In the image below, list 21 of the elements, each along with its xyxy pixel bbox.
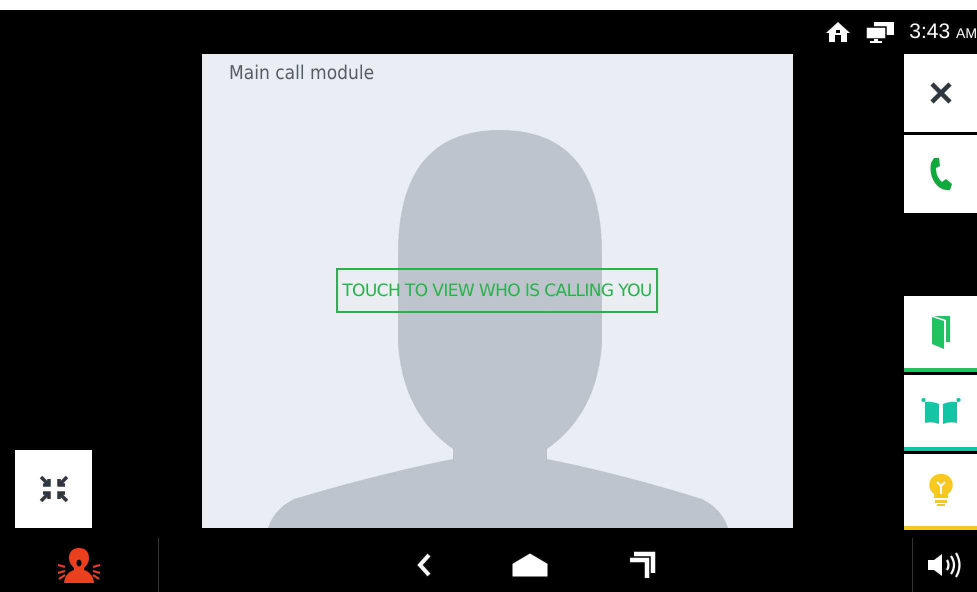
alarm-person-icon — [57, 546, 101, 584]
view-caller-button[interactable]: TOUCH TO VIEW WHO IS CALLING YOU — [336, 268, 658, 313]
gate-icon — [920, 397, 960, 425]
home-button[interactable] — [512, 553, 548, 577]
camera-name: Main call module — [229, 62, 374, 84]
door-icon — [930, 314, 952, 350]
reject-button[interactable] — [904, 54, 977, 132]
clock: 3:43 AM — [909, 20, 977, 44]
back-icon — [416, 553, 432, 577]
recents-icon — [628, 551, 656, 579]
recents-button[interactable] — [628, 551, 656, 579]
network-icon — [865, 21, 896, 43]
minimize-button[interactable] — [15, 450, 92, 528]
home-icon — [825, 21, 852, 43]
light-bulb-icon — [928, 473, 952, 507]
close-icon — [928, 81, 952, 105]
back-button[interactable] — [416, 553, 432, 577]
phone-icon — [928, 157, 952, 191]
alarm-button[interactable] — [57, 546, 101, 584]
home-icon — [512, 553, 548, 577]
minimize-icon — [38, 475, 68, 503]
